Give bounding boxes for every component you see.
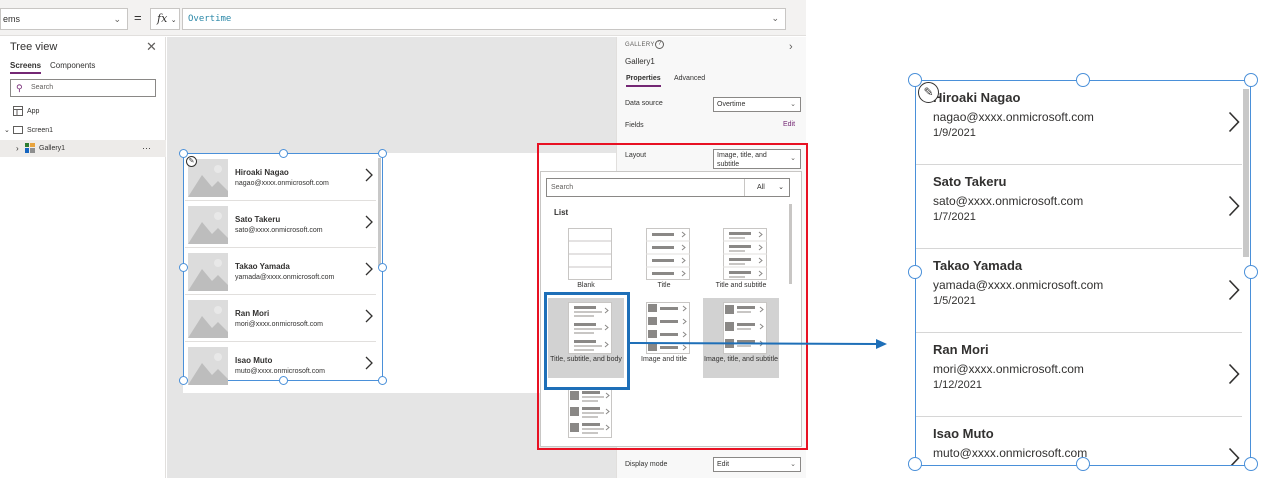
callout-arrow (629, 339, 887, 349)
